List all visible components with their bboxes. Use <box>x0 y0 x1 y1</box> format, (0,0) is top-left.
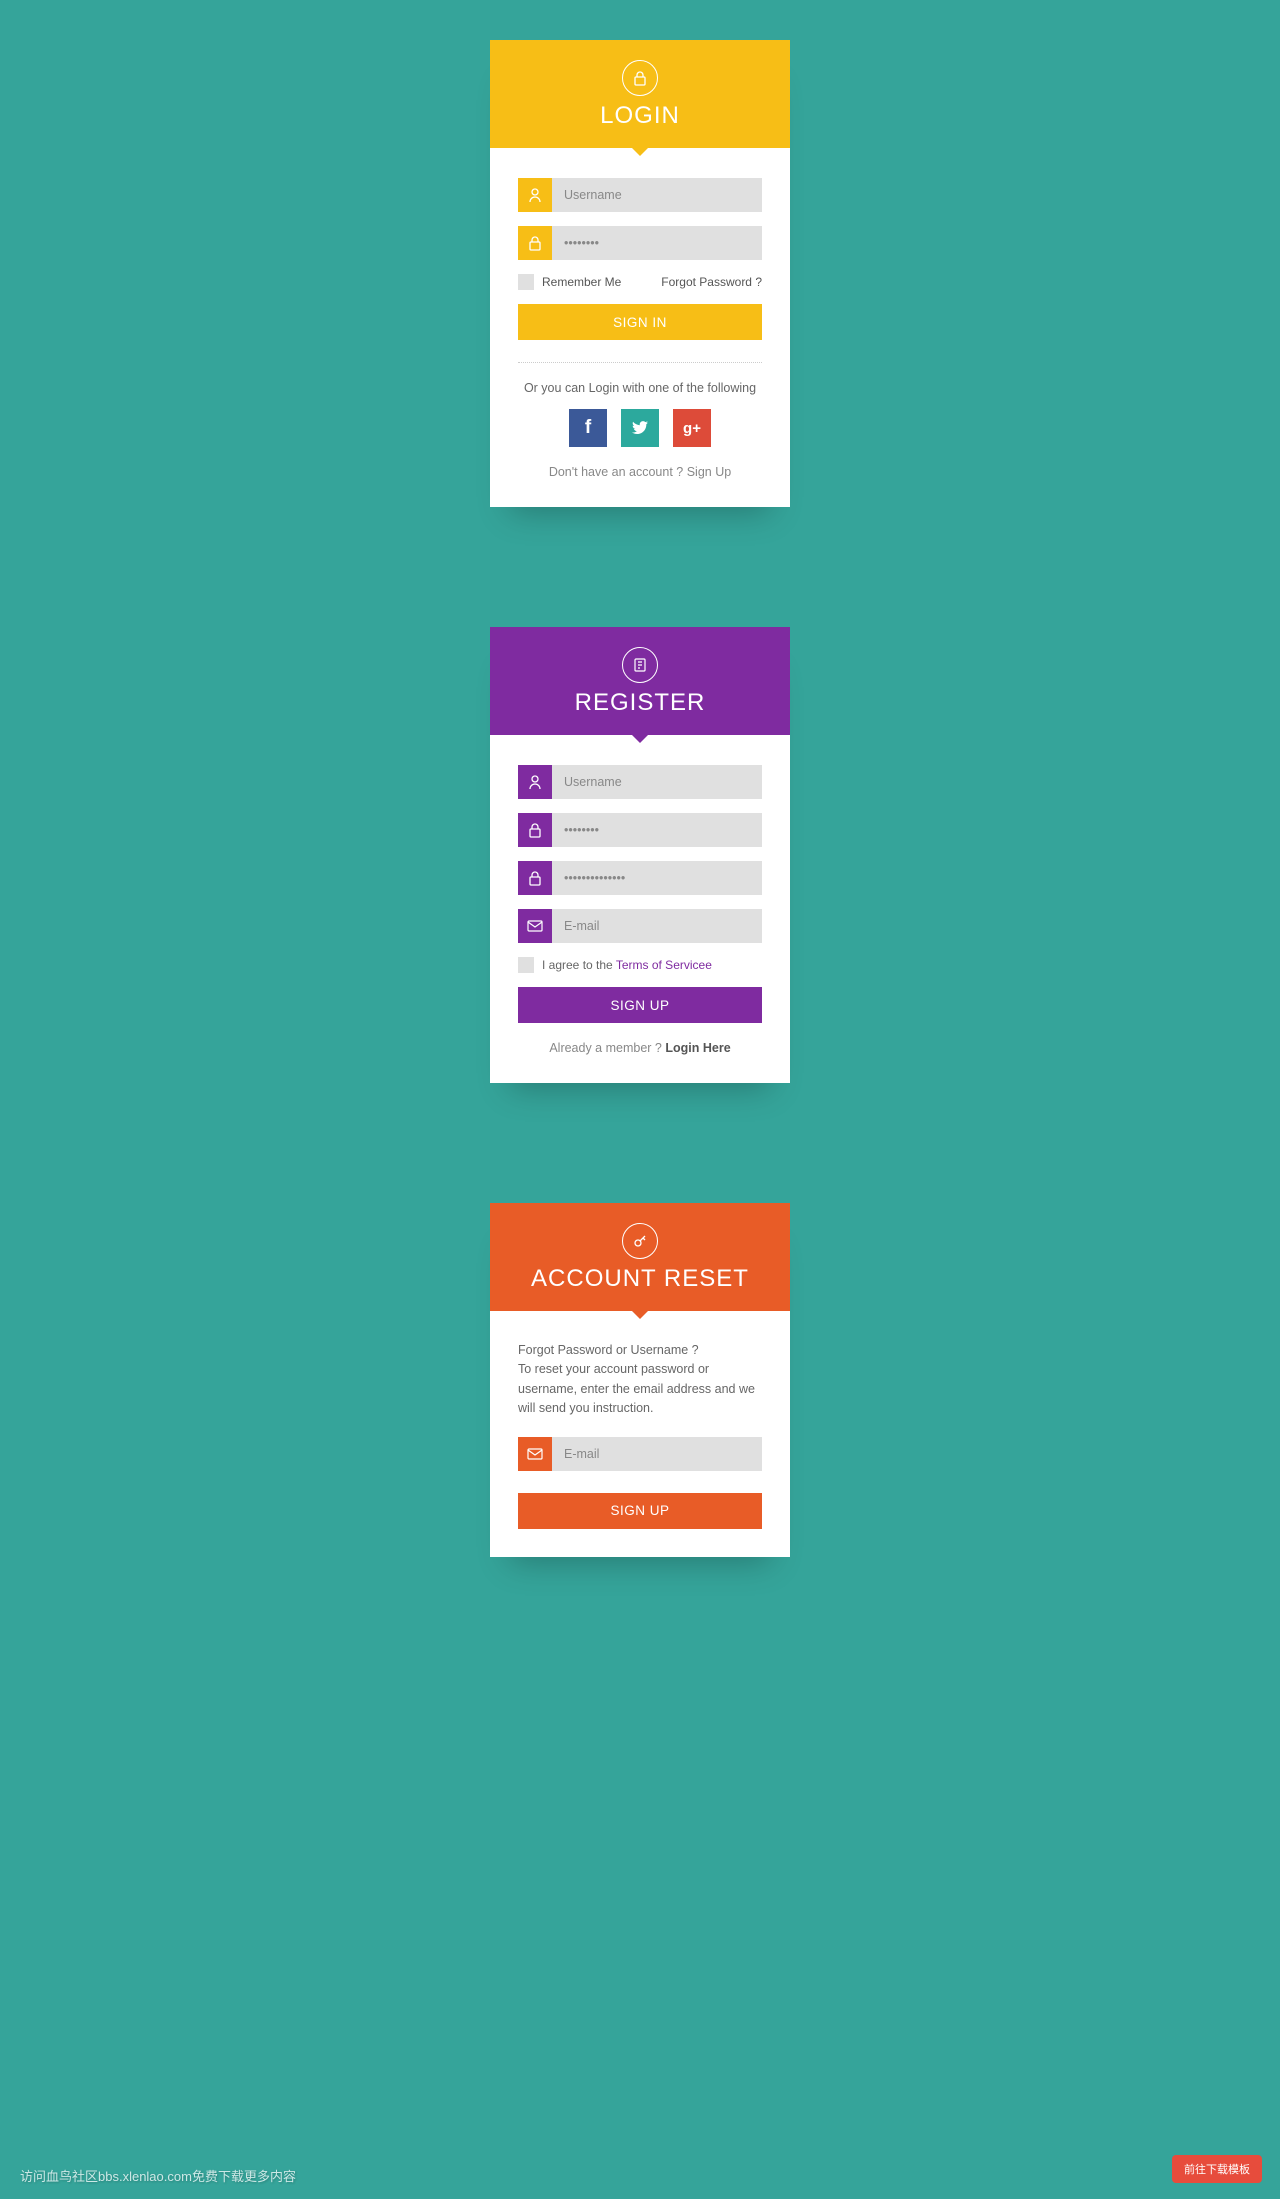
username-input[interactable] <box>552 178 762 212</box>
triangle-icon <box>632 148 648 156</box>
signup-button[interactable]: SIGN UP <box>518 987 762 1023</box>
remember-label: Remember Me <box>542 275 621 289</box>
lock-icon <box>518 226 552 260</box>
reset-title: ACCOUNT RESET <box>490 1265 790 1293</box>
lock-icon <box>518 861 552 895</box>
reset-email-input[interactable] <box>552 1437 762 1471</box>
password-input[interactable] <box>552 226 762 260</box>
triangle-icon <box>632 1311 648 1319</box>
login-here-row: Already a member ? Login Here <box>518 1041 762 1055</box>
divider <box>518 362 762 363</box>
reset-submit-button[interactable]: SIGN UP <box>518 1493 762 1529</box>
terms-checkbox[interactable] <box>518 957 534 973</box>
key-icon <box>622 1223 658 1259</box>
social-buttons: f g+ <box>518 409 762 447</box>
remember-me[interactable]: Remember Me <box>518 274 621 290</box>
username-field <box>518 178 762 212</box>
watermark-text: 访问血鸟社区bbs.xlenlao.com免费下载更多内容 <box>20 2166 296 2185</box>
signin-button[interactable]: SIGN IN <box>518 304 762 340</box>
reg-username-field <box>518 765 762 799</box>
login-options-row: Remember Me Forgot Password ? <box>518 274 762 290</box>
lock-icon <box>518 813 552 847</box>
login-card: LOGIN Remember Me Forgot Password ? SIGN… <box>490 40 790 507</box>
mail-icon <box>518 909 552 943</box>
reg-confirm-field <box>518 861 762 895</box>
reg-password-input[interactable] <box>552 813 762 847</box>
facebook-button[interactable]: f <box>569 409 607 447</box>
reg-email-field <box>518 909 762 943</box>
mail-icon <box>518 1437 552 1471</box>
reset-header: ACCOUNT RESET <box>490 1203 790 1311</box>
signup-prompt[interactable]: Don't have an account ? Sign Up <box>518 465 762 479</box>
terms-link[interactable]: Terms of Servicee <box>616 958 712 972</box>
lock-icon <box>622 60 658 96</box>
reg-confirm-input[interactable] <box>552 861 762 895</box>
register-body: I agree to the Terms of Servicee SIGN UP… <box>490 735 790 1083</box>
terms-text: I agree to the Terms of Servicee <box>542 958 712 972</box>
reset-email-field <box>518 1437 762 1471</box>
triangle-icon <box>632 735 648 743</box>
reg-username-input[interactable] <box>552 765 762 799</box>
reset-instructions: Forgot Password or Username ? To reset y… <box>518 1341 762 1419</box>
login-here-link[interactable]: Login Here <box>665 1041 730 1055</box>
reg-password-field <box>518 813 762 847</box>
twitter-button[interactable] <box>621 409 659 447</box>
checkbox-icon[interactable] <box>518 274 534 290</box>
register-icon <box>622 647 658 683</box>
register-header: REGISTER <box>490 627 790 735</box>
reset-heading: Forgot Password or Username ? <box>518 1341 762 1360</box>
register-card: REGISTER I <box>490 627 790 1083</box>
reset-card: ACCOUNT RESET Forgot Password or Usernam… <box>490 1203 790 1557</box>
user-icon <box>518 765 552 799</box>
terms-row: I agree to the Terms of Servicee <box>518 957 762 973</box>
reset-desc: To reset your account password or userna… <box>518 1360 762 1418</box>
login-body: Remember Me Forgot Password ? SIGN IN Or… <box>490 148 790 507</box>
twitter-icon <box>632 421 648 434</box>
reset-body: Forgot Password or Username ? To reset y… <box>490 1311 790 1557</box>
forgot-password-link[interactable]: Forgot Password ? <box>661 275 762 289</box>
register-title: REGISTER <box>490 689 790 717</box>
login-header: LOGIN <box>490 40 790 148</box>
password-field <box>518 226 762 260</box>
login-title: LOGIN <box>490 102 790 130</box>
download-button[interactable]: 前往下载模板 <box>1172 2155 1262 2183</box>
reg-email-input[interactable] <box>552 909 762 943</box>
googleplus-button[interactable]: g+ <box>673 409 711 447</box>
user-icon <box>518 178 552 212</box>
social-login-text: Or you can Login with one of the followi… <box>518 381 762 395</box>
